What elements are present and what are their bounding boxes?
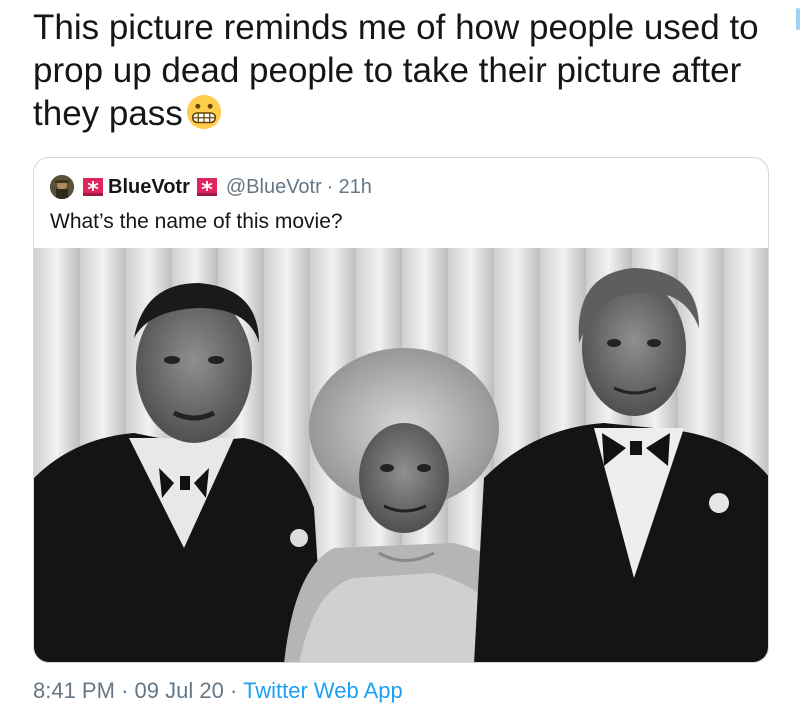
avatar-image-icon bbox=[50, 175, 74, 199]
avatar[interactable] bbox=[50, 175, 74, 199]
user-handle[interactable]: @BlueVotr bbox=[226, 176, 322, 199]
tweet-footer: 8:41 PM · 09 Jul 20 · Twitter Web App bbox=[33, 678, 403, 704]
quoted-tweet-card[interactable]: BlueVotr @BlueVotr · 21h What’s the name… bbox=[33, 157, 769, 663]
tweet-text: This picture reminds me of how people us… bbox=[33, 6, 783, 135]
tweet-body: This picture reminds me of how people us… bbox=[33, 8, 759, 133]
quoted-tweet-text: What’s the name of this movie? bbox=[50, 210, 343, 233]
footer-separator: · bbox=[121, 678, 129, 703]
quoted-tweet-header: BlueVotr @BlueVotr · 21h bbox=[50, 174, 372, 200]
siren-icon bbox=[196, 178, 217, 196]
footer-separator: · bbox=[229, 678, 238, 703]
siren-icon bbox=[83, 178, 103, 196]
quoted-tweet-photo[interactable] bbox=[34, 248, 768, 662]
tweet-time[interactable]: 8:41 PM bbox=[33, 678, 115, 703]
timestamp[interactable]: 21h bbox=[338, 176, 371, 199]
source-link[interactable]: Twitter Web App bbox=[243, 678, 403, 703]
grimacing-face-icon bbox=[186, 94, 221, 130]
photo-image bbox=[34, 248, 768, 662]
separator: · bbox=[326, 175, 334, 198]
scroll-indicator bbox=[796, 8, 800, 30]
tweet-date[interactable]: 09 Jul 20 bbox=[135, 678, 224, 703]
display-name[interactable]: BlueVotr bbox=[108, 176, 190, 199]
